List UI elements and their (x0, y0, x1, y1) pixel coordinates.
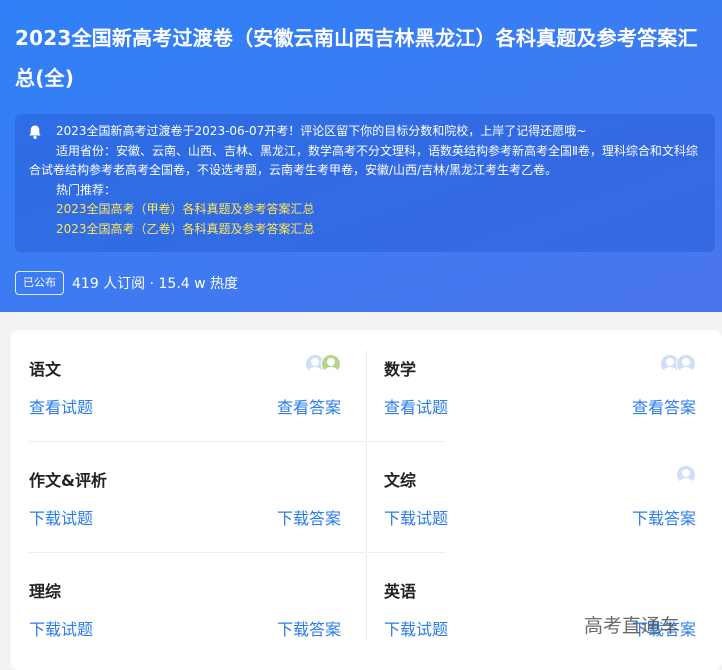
download-answer-button[interactable]: 下载答案 (277, 505, 341, 529)
view-answer-button[interactable]: 查看答案 (632, 394, 696, 418)
notice-line-1: 2023全国新高考过渡卷于2023-06-07开考！评论区留下你的目标分数和院校… (56, 124, 587, 138)
notice-box: 2023全国新高考过渡卷于2023-06-07开考！评论区留下你的目标分数和院校… (15, 114, 715, 252)
status-badge: 已公布 (15, 271, 64, 295)
watermark: 高考直通车 (584, 615, 680, 637)
column-divider (366, 350, 367, 640)
recommend-link-1[interactable]: 2023全国高考（甲卷）各科真题及参考答案汇总 (29, 200, 701, 220)
subject-name: 文综 (384, 471, 417, 490)
subject-cell-chinese: 语文 查看试题 查看答案 (11, 330, 341, 426)
subscription-stats: 419 人订阅 · 15.4 w 热度 (72, 276, 239, 292)
download-exam-button[interactable]: 下载试题 (384, 616, 448, 640)
subject-name: 英语 (384, 582, 417, 601)
subject-cell-essay: 作文&评析 下载试题 下载答案 (11, 441, 341, 537)
download-exam-button[interactable]: 下载试题 (384, 505, 448, 529)
notice-line-2: 适用省份：安徽、云南、山西、吉林、黑龙江，数学高考不分文理科，语数英结构参考新高… (29, 143, 698, 178)
view-exam-button[interactable]: 查看试题 (29, 394, 93, 418)
subject-cell-science: 理综 下载试题 下载答案 (11, 552, 341, 648)
avatar (676, 465, 696, 485)
download-exam-button[interactable]: 下载试题 (29, 616, 93, 640)
subject-name: 理综 (29, 582, 62, 601)
hero-banner: 2023全国新高考过渡卷（安徽云南山西吉林黑龙江）各科真题及参考答案汇总(全) … (0, 0, 722, 312)
download-answer-button[interactable]: 下载答案 (632, 505, 696, 529)
avatar (321, 354, 341, 374)
avatar-group (676, 465, 696, 485)
subject-cell-math: 数学 查看试题 查看答案 (366, 330, 696, 426)
subject-name: 作文&评析 (29, 471, 107, 490)
view-answer-button[interactable]: 查看答案 (277, 394, 341, 418)
avatar (676, 354, 696, 374)
subject-name: 语文 (29, 360, 62, 379)
view-exam-button[interactable]: 查看试题 (384, 394, 448, 418)
recommend-link-2[interactable]: 2023全国高考（乙卷）各科真题及参考答案汇总 (29, 220, 701, 240)
avatar-group (305, 354, 341, 374)
subject-cell-liberal-arts: 文综 下载试题 下载答案 (366, 441, 696, 537)
page-title: 2023全国新高考过渡卷（安徽云南山西吉林黑龙江）各科真题及参考答案汇总(全) (15, 26, 698, 90)
subject-name: 数学 (384, 360, 417, 379)
bell-icon (29, 125, 41, 139)
download-exam-button[interactable]: 下载试题 (29, 505, 93, 529)
meta-row: 已公布 419 人订阅 · 15.4 w 热度 (15, 270, 238, 296)
avatar-group (660, 354, 696, 374)
hot-recommend-label: 热门推荐： (56, 182, 117, 197)
download-answer-button[interactable]: 下载答案 (277, 616, 341, 640)
